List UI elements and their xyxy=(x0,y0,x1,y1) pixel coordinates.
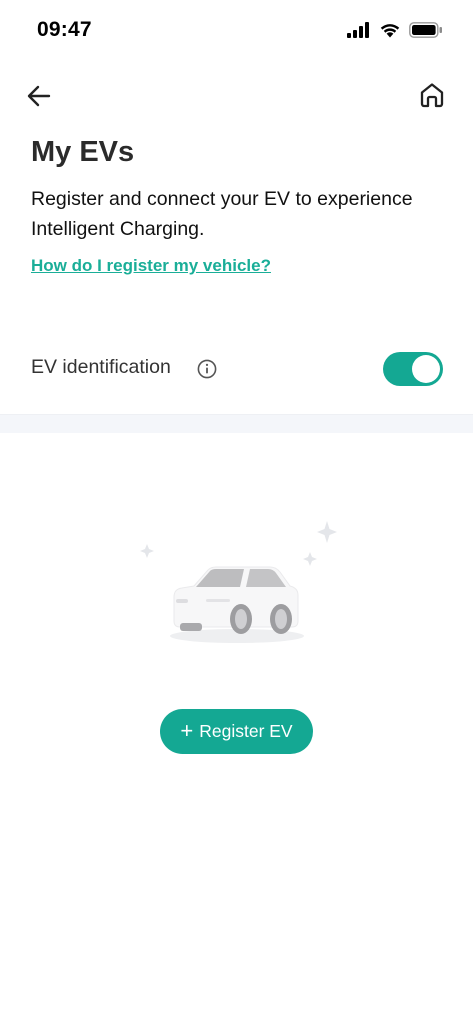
home-icon xyxy=(420,83,444,108)
status-time: 09:47 xyxy=(37,18,92,41)
battery-icon xyxy=(409,22,442,38)
ev-identification-label: EV identification xyxy=(31,356,171,378)
register-help-link[interactable]: How do I register my vehicle? xyxy=(31,256,271,276)
home-button[interactable] xyxy=(417,80,447,110)
page-title: My EVs xyxy=(31,136,135,168)
plus-icon: + xyxy=(180,717,194,743)
info-icon[interactable] xyxy=(197,359,217,379)
arrow-left-icon xyxy=(27,85,51,107)
section-divider xyxy=(0,414,473,433)
status-icons xyxy=(347,22,443,38)
wifi-icon xyxy=(380,24,400,38)
toggle-knob xyxy=(412,355,440,383)
register-ev-label: Register EV xyxy=(199,721,293,741)
status-bar: 09:47 xyxy=(0,0,473,62)
register-ev-button[interactable]: + Register EV xyxy=(160,709,313,754)
car-sparkles-illustration xyxy=(140,521,337,643)
signal-icon xyxy=(347,22,369,38)
back-button[interactable] xyxy=(24,80,56,112)
page-description: Register and connect your EV to experien… xyxy=(31,188,413,240)
ev-identification-row: EV identification xyxy=(31,352,443,386)
ev-identification-toggle[interactable] xyxy=(383,352,443,386)
